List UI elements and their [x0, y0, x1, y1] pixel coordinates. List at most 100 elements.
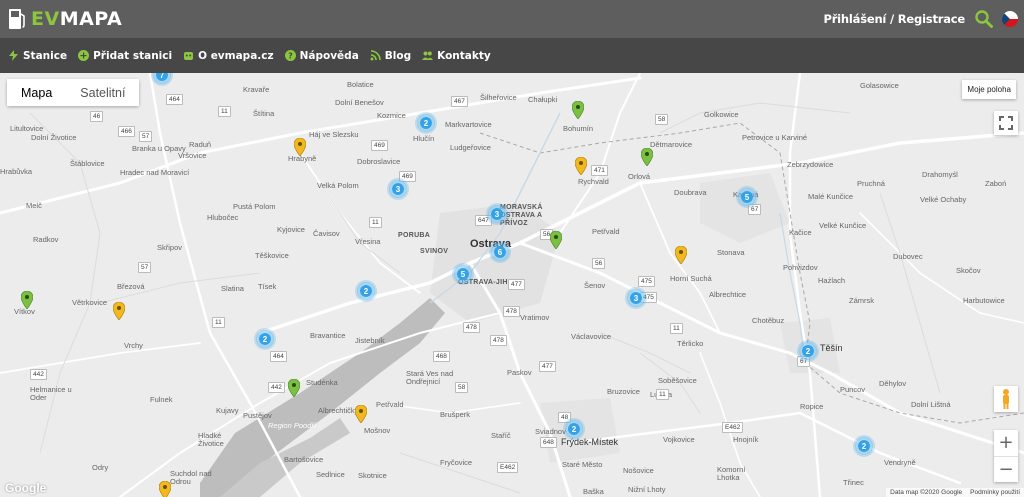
evmapa-logo[interactable]: EVMAPA: [8, 7, 122, 31]
map-label: Litultovice: [10, 124, 44, 133]
station-cluster[interactable]: 5: [738, 188, 756, 206]
map-label: Pruchná: [857, 179, 885, 188]
map-label: Frýdek-Místek: [561, 437, 619, 447]
map-label: Václavovice: [571, 332, 612, 341]
nav-item-stanice[interactable]: Stanice: [8, 50, 67, 62]
road-number: 56: [592, 258, 606, 269]
map-label: Chałupki: [528, 95, 558, 104]
station-pin-yellow[interactable]: [355, 405, 367, 423]
station-pin-green[interactable]: [288, 379, 300, 397]
map-label: Harbutowice: [963, 296, 1005, 305]
map-label: Vrchy: [124, 341, 143, 350]
station-cluster[interactable]: 5: [454, 265, 472, 283]
station-cluster[interactable]: 2: [417, 114, 435, 132]
map-type-map-button[interactable]: Mapa: [7, 79, 67, 106]
map-label: Hrabůvka: [0, 167, 33, 176]
nav-item-blog[interactable]: Blog: [370, 50, 411, 62]
map-label: Velké Kunčice: [819, 221, 867, 230]
map-label: Drahomyśl: [922, 170, 958, 179]
login-register-link[interactable]: Přihlášení / Registrace: [823, 12, 965, 26]
map-label: Větrkovice: [72, 298, 108, 307]
station-cluster[interactable]: 3: [488, 205, 506, 223]
map-label: Štáblovice: [70, 159, 105, 168]
map-label: Stonava: [717, 248, 745, 257]
station-pin-yellow[interactable]: [113, 302, 125, 320]
station-pin-yellow[interactable]: [294, 138, 306, 156]
nav-item-o-evmapa[interactable]: O evmapa.cz: [183, 50, 274, 62]
station-cluster[interactable]: 3: [627, 289, 645, 307]
robot-icon: [184, 52, 194, 60]
station-cluster[interactable]: 2: [799, 342, 817, 360]
station-cluster[interactable]: 2: [357, 282, 375, 300]
map-attribution: Data map ©2020 Google Podmínky použití: [886, 488, 1024, 497]
map-label: Nižní Lhoty: [628, 485, 666, 494]
map-label: Vřesina: [355, 237, 381, 246]
map-label: Orlová: [628, 172, 651, 181]
map-label: SVINOV: [420, 248, 449, 255]
map-label: Mošnov: [364, 426, 391, 435]
map-label: Šilheřovice: [480, 93, 517, 102]
map-type-satellite-button[interactable]: Satelitní: [66, 79, 140, 106]
station-cluster[interactable]: 6: [491, 243, 509, 261]
map-label: Hladké Životice: [198, 431, 224, 448]
road-number: 11: [656, 389, 669, 400]
map-label: Chotěbuz: [752, 316, 785, 325]
station-pin-yellow[interactable]: [575, 157, 587, 175]
station-pin-green[interactable]: [641, 148, 653, 166]
map-label: Třinec: [843, 478, 864, 487]
road-number: 469: [371, 140, 388, 151]
map-label: Háj ve Slezsku: [309, 130, 359, 139]
road-number: 57: [139, 131, 153, 142]
road-number: 467: [451, 96, 468, 107]
rss-icon: [370, 50, 381, 61]
map-label: Soběšovice: [658, 376, 697, 385]
map-label: Sedlnice: [316, 470, 345, 479]
nav-item-pridat-stanici[interactable]: Přidat stanici: [78, 50, 172, 62]
terms-link[interactable]: Podmínky použití: [970, 489, 1020, 496]
search-icon[interactable]: [974, 9, 994, 29]
map-canvas[interactable]: Kravaře Dolní Benešov Bolatice Šilheřovi…: [0, 73, 1024, 497]
map-label: Březová: [117, 282, 145, 291]
zoom-out-button[interactable]: −: [994, 456, 1018, 482]
station-pin-green[interactable]: [550, 231, 562, 249]
map-label: Dubovec: [893, 252, 923, 261]
map-label: Jistebník: [355, 336, 385, 345]
road-number: 11: [212, 317, 225, 328]
map-label: Markvartovice: [445, 120, 492, 129]
road-number: 478: [490, 335, 507, 346]
station-cluster[interactable]: 2: [256, 330, 274, 348]
station-pin-green[interactable]: [572, 101, 584, 119]
map-label: Sviadnov: [535, 427, 566, 436]
station-cluster[interactable]: 2: [565, 420, 583, 438]
street-view-pegman[interactable]: [994, 386, 1018, 412]
map-label: Puncov: [840, 385, 866, 394]
road-number: 464: [166, 94, 183, 105]
map-label: Kozmice: [377, 111, 406, 120]
nav-item-napoveda[interactable]: ? Nápověda: [284, 50, 359, 62]
zoom-in-button[interactable]: +: [994, 430, 1018, 456]
map-label: Brušperk: [440, 410, 471, 419]
station-pin-yellow[interactable]: [159, 481, 171, 497]
station-cluster[interactable]: 3: [389, 180, 407, 198]
map-label: Kyjovice: [277, 225, 305, 234]
czech-flag-icon[interactable]: [1002, 11, 1018, 27]
map-label: Děhylov: [879, 379, 907, 388]
station-pin-green[interactable]: [21, 291, 33, 309]
map-label: Studénka: [306, 378, 338, 387]
map-label: Bravantice: [310, 331, 346, 340]
logo-mapa-text: MAPA: [59, 8, 123, 30]
map-label: Baška: [583, 487, 604, 496]
map-label: Dobroslavice: [357, 157, 401, 166]
map-label: Fryčovice: [440, 458, 473, 467]
map-label: Dolní Životice: [31, 133, 77, 142]
fullscreen-button[interactable]: [994, 111, 1018, 135]
my-location-button[interactable]: Moje poloha: [962, 80, 1016, 99]
map-label: Šenov: [584, 281, 606, 290]
station-cluster[interactable]: 2: [855, 437, 873, 455]
map-label: Staré Město: [562, 460, 603, 469]
map-label: Horní Suchá: [670, 274, 712, 283]
road-number: 57: [138, 262, 152, 273]
map-label: Těrlicko: [677, 339, 704, 348]
station-pin-yellow[interactable]: [675, 246, 687, 264]
nav-item-kontakty[interactable]: Kontakty: [422, 50, 491, 62]
